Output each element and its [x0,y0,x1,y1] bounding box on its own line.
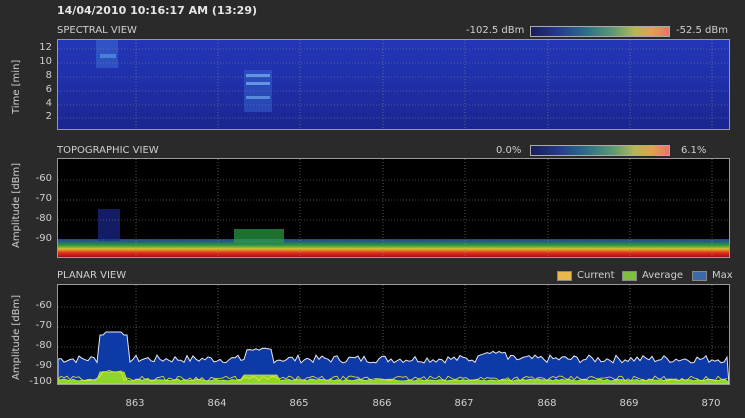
y-tick-label: -70 [35,193,52,204]
legend-max-label: Max [712,270,733,281]
topographic-blob [234,229,284,243]
planar-ylabel: Amplitude [dBm] [11,294,22,380]
y-tick-label: -80 [35,213,52,224]
y-tick-label: 8 [45,70,52,81]
spectral-max-label: -52.5 dBm [676,25,729,36]
spectral-line [246,82,270,85]
y-tick-label: 6 [45,84,52,95]
x-tick-label: 870 [701,398,721,409]
y-tick-label: 4 [45,98,52,109]
planar-chart [58,285,729,384]
y-tick-label: 12 [39,42,52,53]
legend-max[interactable]: Max [692,270,733,281]
spectral-view-title: SPECTRAL VIEW [57,25,137,36]
spectral-band-863-6 [100,54,116,58]
spectral-background [58,40,729,129]
spectral-colorbar [530,26,670,37]
topographic-view-title: TOPOGRAPHIC VIEW [57,145,159,156]
spectral-line [246,96,270,99]
topographic-min-label: 0.0% [496,145,522,156]
x-tick-label: 868 [537,398,557,409]
y-tick-label: -90 [35,233,52,244]
topographic-heatmap [58,159,729,257]
legend-current[interactable]: Current [557,270,615,281]
max-swatch [692,270,707,281]
legend-average-label: Average [642,270,684,281]
x-tick-label: 869 [619,398,639,409]
y-tick-label: 10 [39,56,52,67]
x-tick-label: 863 [125,398,145,409]
y-tick-label: -80 [35,340,52,351]
y-tick-label: -100 [29,376,52,387]
y-tick-label: -90 [35,360,52,371]
x-tick-label: 866 [372,398,392,409]
spectral-plot[interactable] [57,39,730,130]
max-trace [58,331,729,384]
average-swatch [622,270,637,281]
y-tick-label: 2 [45,111,52,122]
topographic-blob [98,209,120,241]
y-tick-label: -70 [35,320,52,331]
legend-average[interactable]: Average [622,270,683,281]
topographic-max-label: 6.1% [681,145,707,156]
topographic-colorbar [530,145,670,156]
y-tick-label: -60 [35,300,52,311]
topographic-ylabel: Amplitude [dBm] [11,162,22,248]
spectral-min-label: -102.5 dBm [466,25,525,36]
spectral-line [246,74,270,77]
timestamp: 14/04/2010 10:16:17 AM (13:29) [57,4,258,17]
planar-plot[interactable] [57,284,730,385]
topographic-noise-band [58,239,729,257]
spectral-heatmap [58,40,729,129]
x-tick-label: 867 [454,398,474,409]
planar-view-title: PLANAR VIEW [57,270,127,281]
legend-current-label: Current [577,270,615,281]
topographic-plot[interactable] [57,158,730,258]
spectral-ylabel: Time [min] [11,59,22,114]
current-swatch [557,270,572,281]
x-tick-label: 864 [207,398,227,409]
y-tick-label: -60 [35,173,52,184]
x-tick-label: 865 [289,398,309,409]
